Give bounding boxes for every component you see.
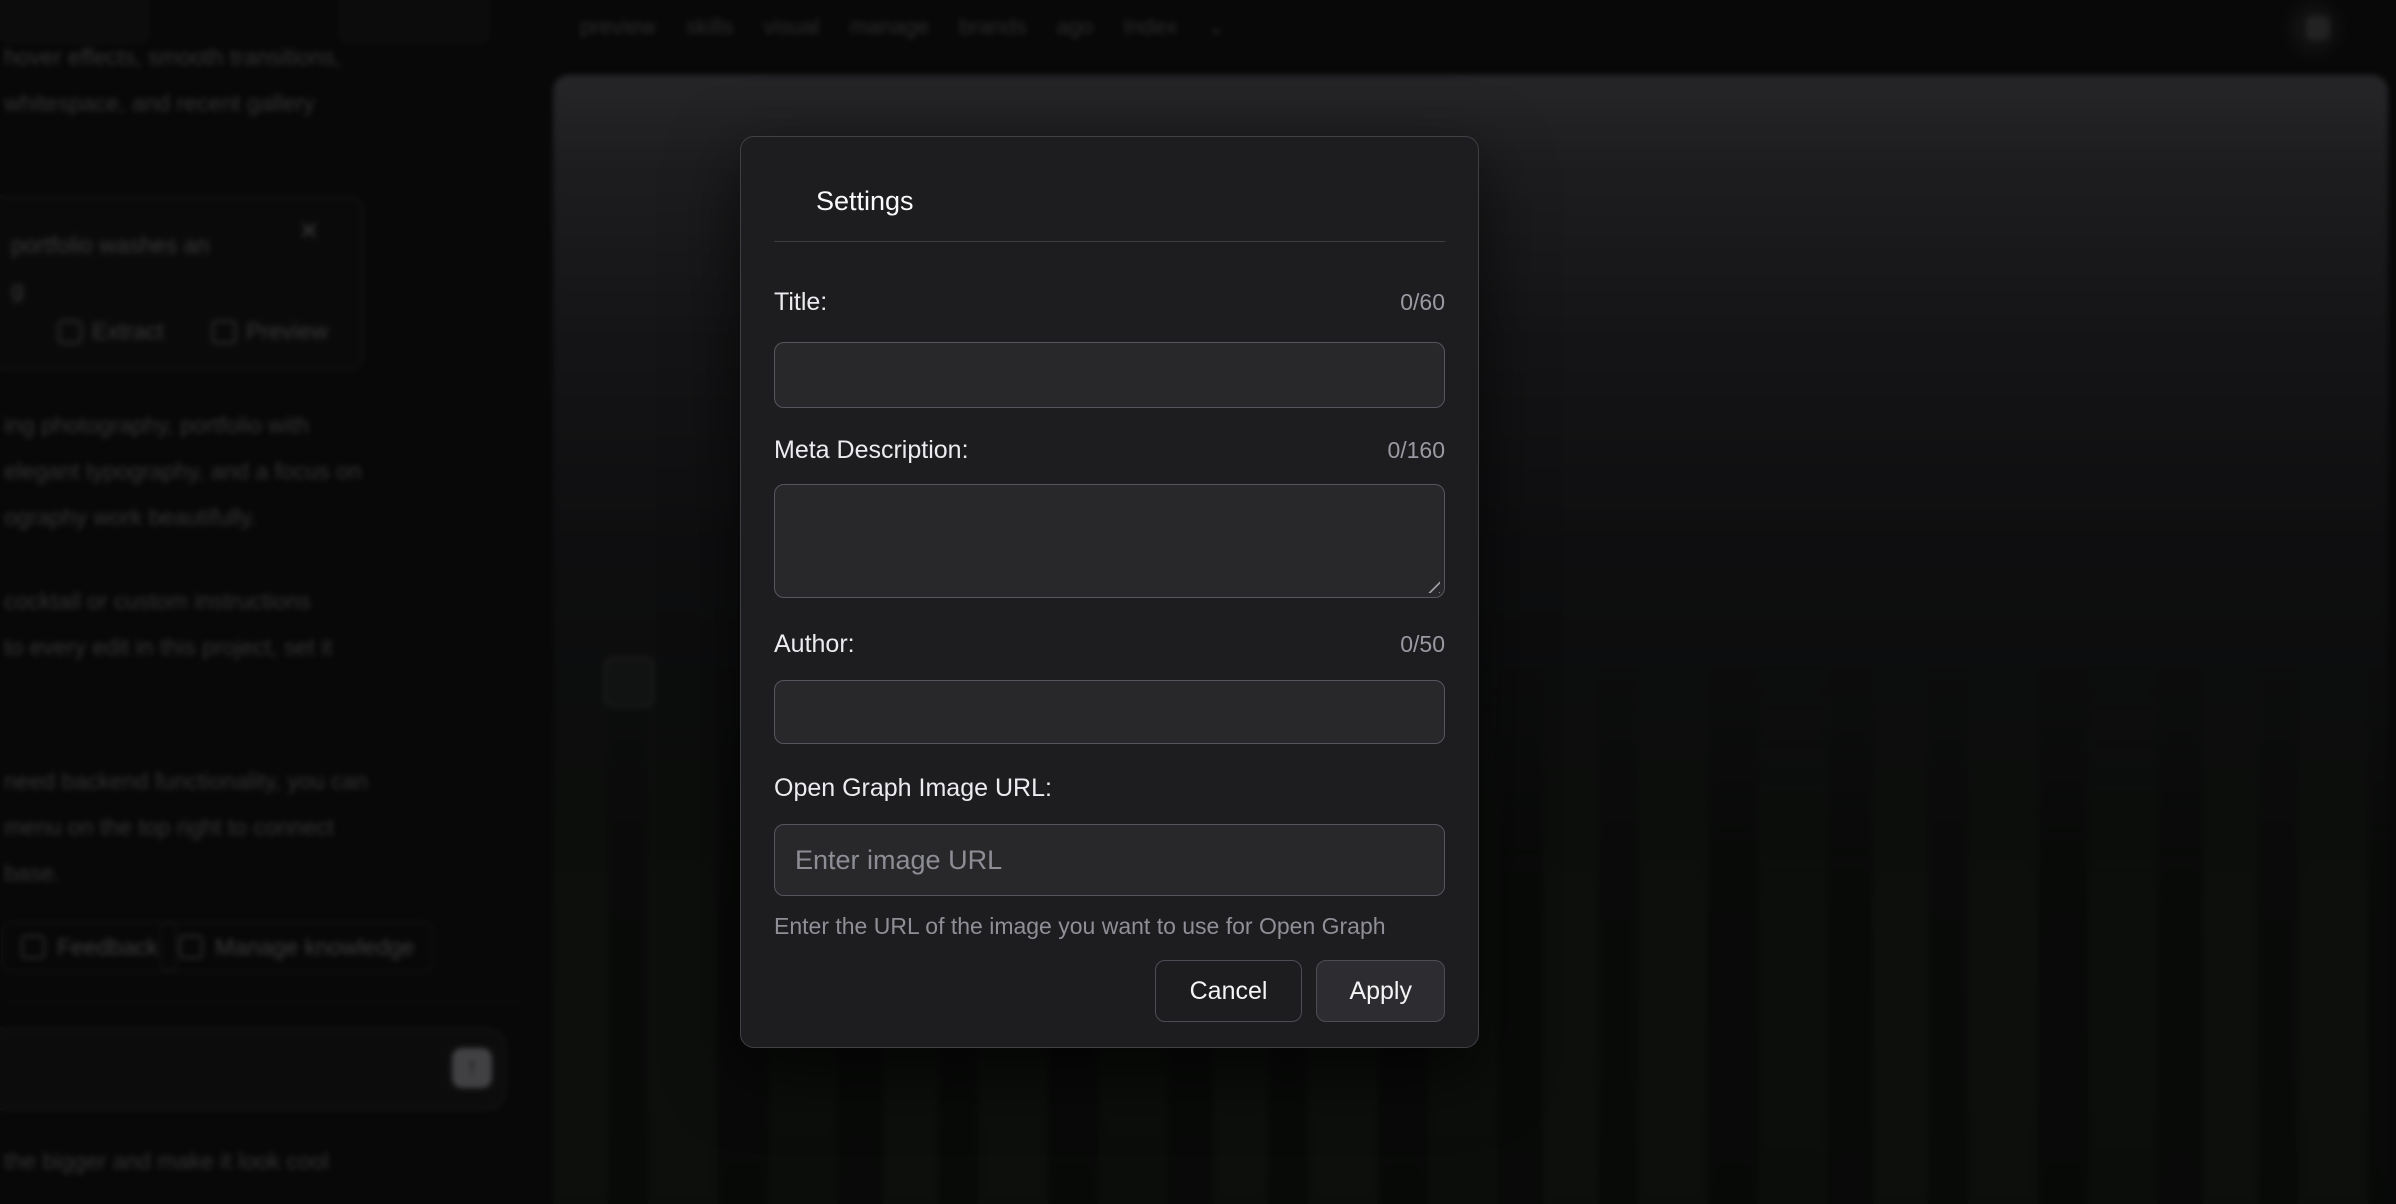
title-field-head: Title: 0/60 xyxy=(774,286,1445,318)
og-image-url-input[interactable] xyxy=(774,824,1445,896)
author-field-head: Author: 0/50 xyxy=(774,628,1445,660)
dialog-actions: Cancel Apply xyxy=(774,960,1445,1022)
author-counter: 0/50 xyxy=(1400,631,1445,658)
meta-field-head: Meta Description: 0/160 xyxy=(774,434,1445,466)
og-helper-text: Enter the URL of the image you want to u… xyxy=(774,912,1445,940)
settings-dialog: Settings Title: 0/60 Meta Description: 0… xyxy=(740,136,1479,1048)
meta-description-textarea[interactable] xyxy=(774,484,1445,598)
dialog-divider xyxy=(774,241,1445,242)
dialog-title: Settings xyxy=(816,181,1445,221)
author-input[interactable] xyxy=(774,680,1445,744)
og-image-url-label: Open Graph Image URL: xyxy=(774,772,1052,804)
apply-button[interactable]: Apply xyxy=(1316,960,1445,1022)
title-label: Title: xyxy=(774,286,827,318)
author-label: Author: xyxy=(774,628,855,660)
title-input[interactable] xyxy=(774,342,1445,408)
og-field-head: Open Graph Image URL: xyxy=(774,772,1445,804)
app-root: hover effects, smooth transitions, white… xyxy=(0,0,2396,1204)
meta-description-counter: 0/160 xyxy=(1387,437,1445,464)
cancel-button[interactable]: Cancel xyxy=(1155,960,1303,1022)
meta-description-label: Meta Description: xyxy=(774,434,969,466)
title-counter: 0/60 xyxy=(1400,289,1445,316)
